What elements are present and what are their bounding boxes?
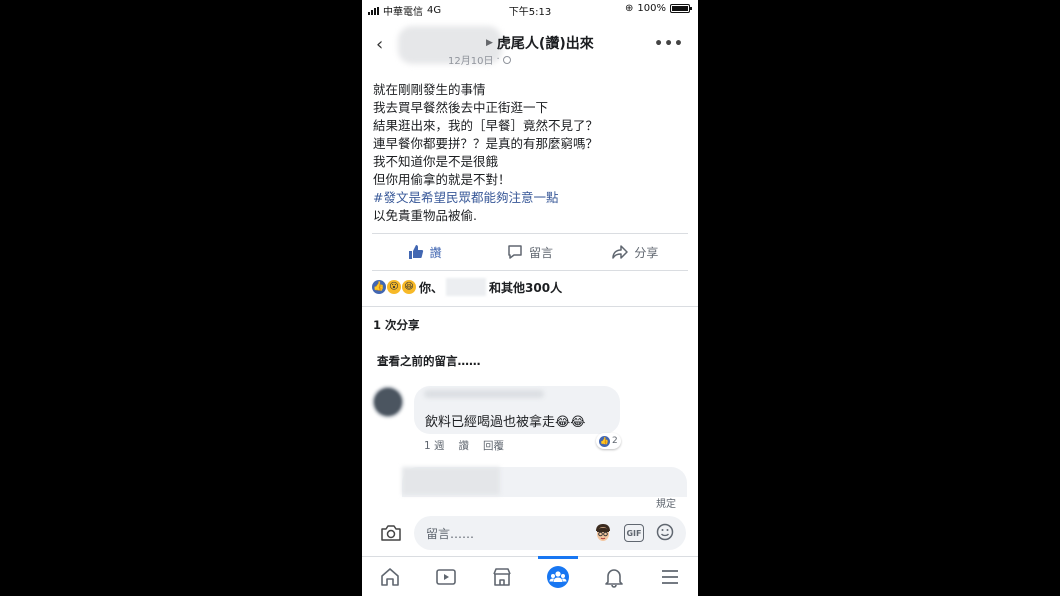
post-date: 12月10日 [448, 56, 494, 67]
like-reaction-icon: 👍 [599, 435, 610, 447]
thumbs-up-icon [408, 245, 423, 259]
share-count[interactable]: 1 次分享 [373, 317, 420, 333]
post-line: 就在剛剛發生的事情 [373, 82, 486, 97]
nav-home[interactable] [362, 557, 418, 596]
group-name: 虎尾人(讚)出來 [496, 36, 594, 52]
globe-icon [502, 55, 511, 64]
like-label: 讚 [429, 245, 442, 260]
blurred-comment-content [402, 467, 500, 495]
battery-icon [670, 4, 692, 13]
video-icon [436, 569, 456, 585]
comment-text: 飲料已經喝過也被拿走😂😂 [425, 415, 586, 430]
divider [362, 306, 698, 307]
rules-link[interactable]: 規定 [656, 495, 676, 510]
comment-input-placeholder: 留言…… [426, 527, 475, 541]
post-line: 但你用偷拿的就是不對！ [373, 172, 511, 187]
share-button[interactable]: 分享 [583, 234, 688, 270]
like-reaction-icon: 👍 [372, 280, 386, 294]
comment-meta: 1 週 讚 回覆 [424, 438, 504, 453]
phone-screen: 中華電信 4G 下午5:13 ⊕ 100% ‹ ▶ 虎尾人(讚)出來 12月10… [362, 0, 698, 596]
reactions-summary[interactable]: 👍 😮 😆 你、 和其他300人 [372, 278, 562, 296]
post-line: 結果逛出來，我的［早餐］竟然不見了？ [373, 118, 599, 133]
date-separator: · [496, 54, 500, 65]
orientation-lock-icon: ⊕ [625, 3, 634, 14]
nav-menu[interactable] [642, 557, 698, 596]
reaction-you: 你、 [419, 280, 444, 295]
post-header: ‹ ▶ 虎尾人(讚)出來 12月10日 · ••• [362, 22, 698, 70]
post-actions: 讚 留言 分享 [372, 233, 688, 271]
comment-reactions[interactable]: 👍 2 [596, 433, 621, 449]
comment-icon [508, 245, 522, 259]
gif-button[interactable]: GIF [624, 524, 644, 542]
comment-reply-link[interactable]: 回覆 [483, 438, 504, 453]
emoji-icon[interactable] [656, 523, 674, 541]
nav-video[interactable] [418, 557, 474, 596]
post-line: 我不知道你是不是很餓 [373, 154, 499, 169]
commenter-avatar[interactable] [372, 386, 404, 418]
groups-icon [547, 566, 569, 588]
reaction-others: 和其他300人 [489, 280, 563, 295]
comment-bubble[interactable]: 飲料已經喝過也被拿走😂😂 [414, 386, 620, 434]
avatar-sticker-icon[interactable] [594, 523, 612, 543]
status-bar: 中華電信 4G 下午5:13 ⊕ 100% [362, 0, 698, 18]
comment-like-link[interactable]: 讚 [459, 438, 470, 453]
view-previous-comments[interactable]: 查看之前的留言…… [377, 353, 481, 369]
post-title-row[interactable]: ▶ 虎尾人(讚)出來 [486, 33, 594, 53]
bell-icon [605, 569, 623, 588]
post-line: 我去買早餐然後去中正街逛一下 [373, 100, 549, 115]
comment-input[interactable]: 留言…… GIF [414, 516, 686, 550]
post-date-row: 12月10日 · [448, 52, 511, 67]
blurred-name [446, 278, 487, 296]
comment-button[interactable]: 留言 [477, 234, 582, 270]
blurred-commenter-name [424, 390, 544, 398]
triangle-right-icon: ▶ [486, 38, 493, 48]
nav-marketplace[interactable] [474, 557, 530, 596]
home-icon [381, 568, 399, 586]
share-label: 分享 [634, 245, 659, 260]
comment-label: 留言 [528, 245, 553, 260]
battery-percent: 100% [637, 3, 666, 14]
comment-time: 1 週 [424, 440, 445, 452]
marketplace-icon [493, 568, 511, 586]
post-line: 連早餐你都要拼？？是真的有那麼窮嗎？ [373, 136, 599, 151]
post-line: 以免貴重物品被偷. [373, 208, 477, 223]
camera-icon[interactable] [380, 524, 402, 542]
haha-reaction-icon: 😆 [402, 280, 416, 294]
more-options-icon[interactable]: ••• [654, 36, 684, 52]
wow-reaction-icon: 😮 [387, 280, 401, 294]
menu-icon [662, 570, 678, 584]
share-icon [612, 245, 629, 259]
post-body: 就在剛剛發生的事情 我去買早餐然後去中正街逛一下 結果逛出來，我的［早餐］竟然不… [373, 81, 688, 225]
hashtag-link[interactable]: #發文是希望民眾都能夠注意一點 [373, 189, 688, 207]
back-chevron-icon[interactable]: ‹ [376, 36, 383, 54]
bottom-nav [362, 556, 698, 596]
like-button[interactable]: 讚 [372, 234, 477, 270]
comment-reaction-count: 2 [612, 436, 618, 446]
comment-bubble[interactable] [402, 467, 687, 497]
nav-groups[interactable] [530, 556, 586, 596]
nav-notifications[interactable] [586, 557, 642, 596]
